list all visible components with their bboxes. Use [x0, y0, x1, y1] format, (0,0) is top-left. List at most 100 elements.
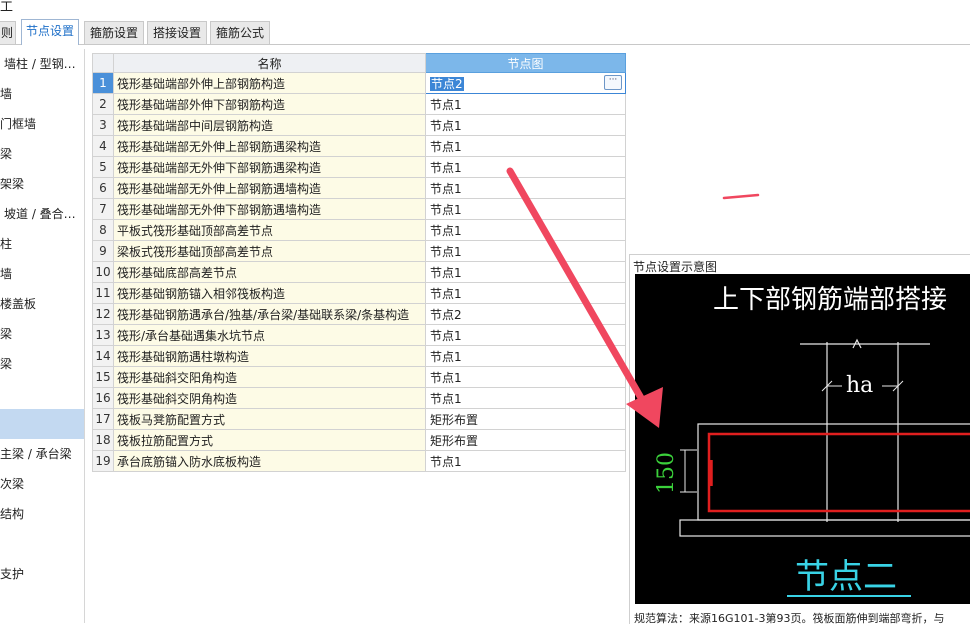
sidebar-item[interactable] — [0, 409, 84, 439]
sidebar-item[interactable]: 支护 — [0, 559, 84, 589]
node-value-cell[interactable]: 节点1 — [425, 93, 626, 115]
row-number: 9 — [92, 240, 114, 262]
table-row[interactable]: 8 平板式筏形基础顶部高差节点 节点1 — [92, 219, 626, 241]
sidebar-item[interactable]: 墙 — [0, 259, 84, 289]
annotation-stroke — [722, 193, 760, 200]
node-value-cell[interactable]: 节点1 — [425, 135, 626, 157]
sidebar-item[interactable] — [0, 529, 84, 559]
table-row[interactable]: 12 筏形基础钢筋遇承台/独基/承台梁/基础联系梁/条基构造 节点2 — [92, 303, 626, 325]
setting-name-cell: 筏形基础底部高差节点 — [113, 261, 426, 283]
ha-dimension-label: ha — [846, 373, 873, 398]
node-diagram: 上下部钢筋端部搭接 ha 150 节点二 — [635, 274, 970, 604]
sidebar-item[interactable]: 梁 — [0, 349, 84, 379]
row-number: 16 — [92, 387, 114, 409]
cushion-layer — [679, 519, 970, 537]
tab-stirrup-settings[interactable]: 箍筋设置 — [84, 21, 144, 44]
name-column-header[interactable]: 名称 — [113, 53, 426, 73]
table-row[interactable]: 3 筏形基础端部中间层钢筋构造 节点1 — [92, 114, 626, 136]
table-row[interactable]: 6 筏形基础端部无外伸上部钢筋遇墙构造 节点1 — [92, 177, 626, 199]
node-value-cell[interactable]: 节点1 — [425, 324, 626, 346]
window-title-fragment: 工 — [0, 0, 14, 15]
row-number: 18 — [92, 429, 114, 451]
slab-outline — [697, 423, 970, 521]
sidebar-item[interactable]: 墙柱 / 型钢… — [0, 49, 84, 79]
dim-150-label: 150 — [654, 452, 679, 494]
node-value-cell[interactable]: 节点1 — [425, 366, 626, 388]
row-number: 4 — [92, 135, 114, 157]
rebar-loop — [707, 432, 970, 513]
table-row[interactable]: 1 筏形基础端部外伸上部钢筋构造 节点2 ··· — [92, 72, 626, 94]
setting-name-cell: 筏形基础端部无外伸下部钢筋遇梁构造 — [113, 156, 426, 178]
row-number: 8 — [92, 219, 114, 241]
node-value-cell[interactable]: 节点1 — [425, 261, 626, 283]
sidebar-item[interactable]: 墙 — [0, 79, 84, 109]
node-value-cell[interactable]: 矩形布置 — [425, 408, 626, 430]
node-value-cell[interactable]: 矩形布置 — [425, 429, 626, 451]
sidebar-item[interactable]: 梁 — [0, 139, 84, 169]
node-value-editor[interactable]: 节点2 — [430, 76, 464, 91]
node-value-cell[interactable]: 节点2 ··· — [425, 72, 626, 94]
node-diagram-column-header[interactable]: 节点图 — [425, 53, 626, 73]
table-row[interactable]: 13 筏形/承台基础遇集水坑节点 节点1 — [92, 324, 626, 346]
sidebar-item[interactable]: 架梁 — [0, 169, 84, 199]
row-number: 10 — [92, 261, 114, 283]
setting-name-cell: 筏板拉筋配置方式 — [113, 429, 426, 451]
node-value-cell[interactable]: 节点1 — [425, 198, 626, 220]
table-header-row: 名称 节点图 — [92, 53, 626, 73]
node-value-cell[interactable]: 节点2 — [425, 303, 626, 325]
table-row[interactable]: 17 筏板马凳筋配置方式 矩形布置 — [92, 408, 626, 430]
row-number: 13 — [92, 324, 114, 346]
row-number: 11 — [92, 282, 114, 304]
setting-name-cell: 筏形基础钢筋遇柱墩构造 — [113, 345, 426, 367]
row-number: 7 — [92, 198, 114, 220]
node-value-cell[interactable]: 节点1 — [425, 156, 626, 178]
table-row[interactable]: 5 筏形基础端部无外伸下部钢筋遇梁构造 节点1 — [92, 156, 626, 178]
table-row[interactable]: 16 筏形基础斜交阴角构造 节点1 — [92, 387, 626, 409]
sidebar-item[interactable] — [0, 379, 84, 409]
table-row[interactable]: 14 筏形基础钢筋遇柱墩构造 节点1 — [92, 345, 626, 367]
sidebar-item[interactable]: 主梁 / 承台梁 — [0, 439, 84, 469]
setting-name-cell: 筏形基础端部外伸下部钢筋构造 — [113, 93, 426, 115]
sidebar-item[interactable]: 次梁 — [0, 469, 84, 499]
table-row[interactable]: 4 筏形基础端部无外伸上部钢筋遇梁构造 节点1 — [92, 135, 626, 157]
node-value-cell[interactable]: 节点1 — [425, 387, 626, 409]
sidebar-item[interactable]: 坡道 / 叠合… — [0, 199, 84, 229]
ellipsis-button[interactable]: ··· — [604, 75, 622, 90]
setting-name-cell: 承台底筋锚入防水底板构造 — [113, 450, 426, 472]
node-value-cell[interactable]: 节点1 — [425, 114, 626, 136]
node-value-cell[interactable]: 节点1 — [425, 219, 626, 241]
node-settings-table: 名称 节点图 1 筏形基础端部外伸上部钢筋构造 节点2 ··· 2 筏形基础端部外伸下部钢… — [92, 53, 626, 472]
setting-name-cell: 筏形基础端部无外伸上部钢筋遇梁构造 — [113, 135, 426, 157]
setting-name-cell: 筏形基础斜交阴角构造 — [113, 387, 426, 409]
tab-node-settings[interactable]: 节点设置 — [21, 19, 79, 45]
node-value-cell[interactable]: 节点1 — [425, 282, 626, 304]
table-row[interactable]: 15 筏形基础斜交阳角构造 节点1 — [92, 366, 626, 388]
sidebar-item[interactable]: 门框墙 — [0, 109, 84, 139]
setting-name-cell: 筏形基础钢筋锚入相邻筏板构造 — [113, 282, 426, 304]
node-label: 节点二 — [795, 557, 897, 597]
setting-name-cell: 筏形基础端部无外伸下部钢筋遇墙构造 — [113, 198, 426, 220]
node-value-cell[interactable]: 节点1 — [425, 450, 626, 472]
table-row[interactable]: 19 承台底筋锚入防水底板构造 节点1 — [92, 450, 626, 472]
tab-stirrup-formula[interactable]: 箍筋公式 — [210, 21, 270, 44]
node-value-cell[interactable]: 节点1 — [425, 177, 626, 199]
table-row[interactable]: 10 筏形基础底部高差节点 节点1 — [92, 261, 626, 283]
tab-rules[interactable]: 则 — [0, 21, 16, 44]
row-number: 3 — [92, 114, 114, 136]
sidebar-item[interactable]: 楼盖板 — [0, 289, 84, 319]
table-row[interactable]: 11 筏形基础钢筋锚入相邻筏板构造 节点1 — [92, 282, 626, 304]
table-row[interactable]: 2 筏形基础端部外伸下部钢筋构造 节点1 — [92, 93, 626, 115]
sidebar-item[interactable]: 结构 — [0, 499, 84, 529]
node-value-cell[interactable]: 节点1 — [425, 345, 626, 367]
component-type-sidebar: 墙柱 / 型钢… 墙门框墙梁架梁 坡道 / 叠合… 柱墙楼盖板梁梁主梁 / 承台梁 次梁… — [0, 49, 85, 623]
table-row[interactable]: 7 筏形基础端部无外伸下部钢筋遇墙构造 节点1 — [92, 198, 626, 220]
table-row[interactable]: 9 梁板式筏形基础顶部高差节点 节点1 — [92, 240, 626, 262]
table-row[interactable]: 18 筏板拉筋配置方式 矩形布置 — [92, 429, 626, 451]
row-number: 19 — [92, 450, 114, 472]
node-value-cell[interactable]: 节点1 — [425, 240, 626, 262]
row-number: 17 — [92, 408, 114, 430]
setting-name-cell: 筏形基础端部外伸上部钢筋构造 — [113, 72, 426, 94]
sidebar-item[interactable]: 梁 — [0, 319, 84, 349]
sidebar-item[interactable]: 柱 — [0, 229, 84, 259]
tab-lap-settings[interactable]: 搭接设置 — [147, 21, 207, 44]
